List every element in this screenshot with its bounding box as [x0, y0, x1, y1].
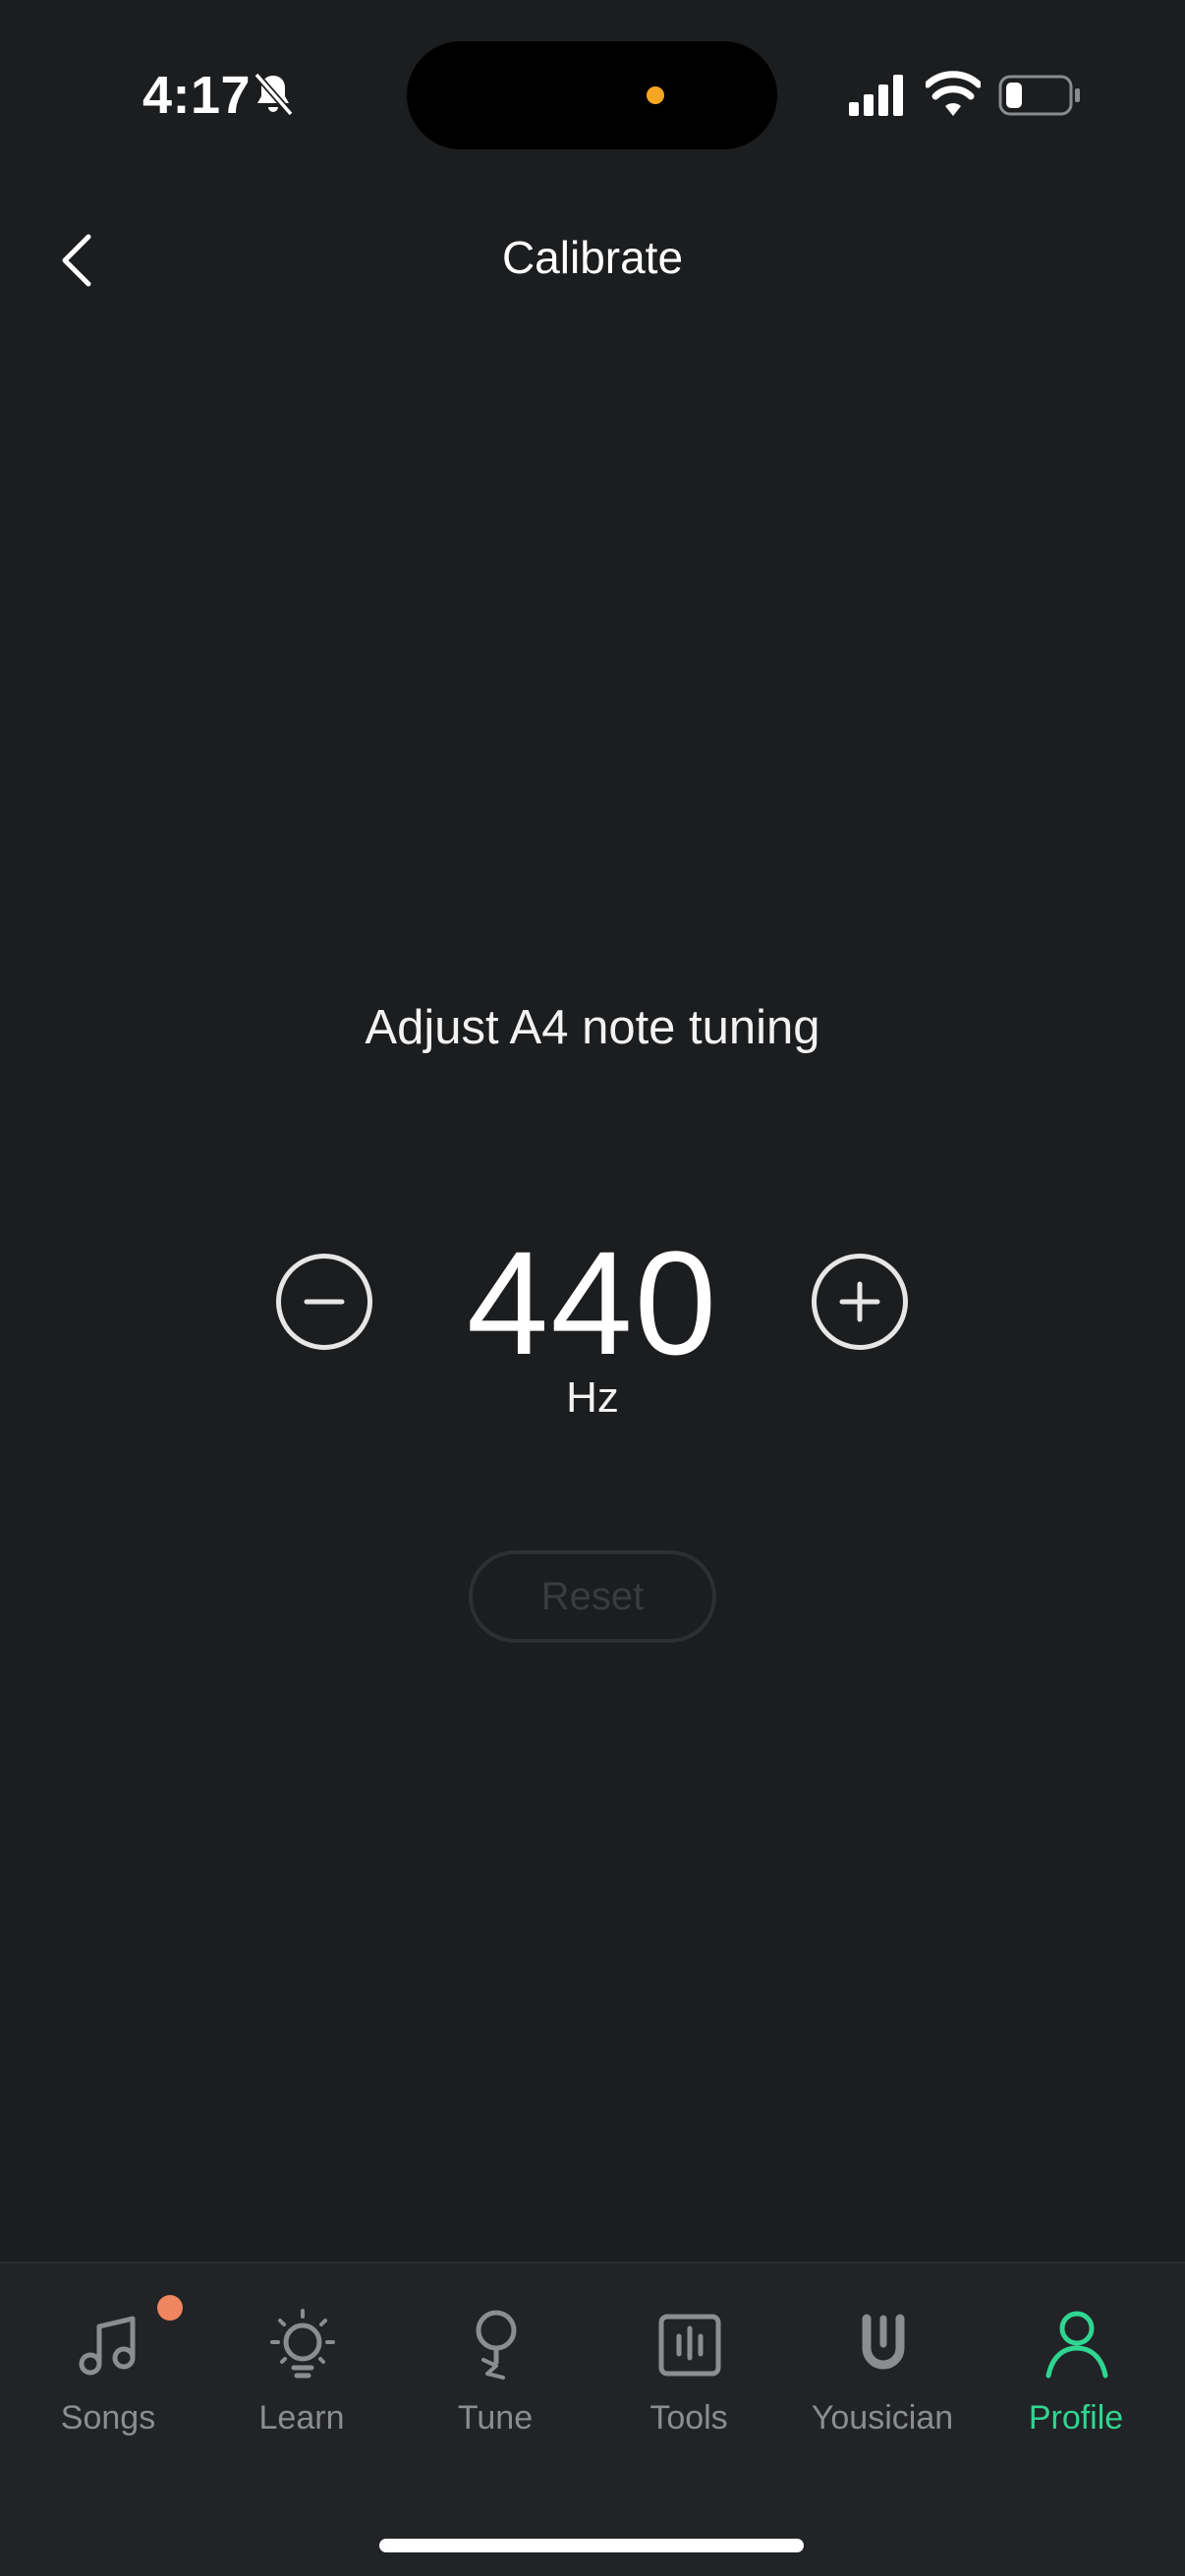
- increase-frequency-button[interactable]: [812, 1254, 908, 1350]
- tab-yousician[interactable]: Yousician: [786, 2264, 979, 2450]
- tab-songs[interactable]: Songs: [12, 2264, 204, 2450]
- calibration-prompt: Adjust A4 note tuning: [365, 1001, 820, 1054]
- tuner-icon: [476, 2310, 517, 2380]
- home-indicator[interactable]: [379, 2539, 804, 2552]
- tab-profile[interactable]: Profile: [980, 2264, 1172, 2450]
- battery-icon: [998, 75, 1080, 116]
- signal-icon: [849, 75, 903, 116]
- yousician-logo-icon: [862, 2314, 905, 2370]
- tab-label-yousician: Yousician: [811, 2399, 954, 2436]
- frequency-control: 440: [0, 1218, 1185, 1385]
- tab-label-tools: Tools: [649, 2399, 728, 2436]
- privacy-indicator-dot: [647, 86, 664, 104]
- person-icon: [1045, 2311, 1108, 2379]
- tab-learn[interactable]: Learn: [205, 2264, 398, 2450]
- lightbulb-icon: [270, 2309, 335, 2379]
- wifi-icon: [926, 71, 981, 116]
- frequency-unit: Hz: [566, 1373, 619, 1422]
- tab-tune[interactable]: Tune: [399, 2264, 592, 2450]
- tab-label-learn: Learn: [258, 2399, 345, 2436]
- tab-bar: Songs Learn Tune Tools Yousician Profile: [0, 2262, 1185, 2576]
- page-title: Calibrate: [501, 232, 684, 283]
- tab-label-tune: Tune: [457, 2399, 534, 2436]
- status-bar: 4:17: [0, 0, 1185, 187]
- notification-badge: [157, 2295, 183, 2321]
- reset-button[interactable]: Reset: [469, 1550, 716, 1643]
- plus-circle-icon: [839, 1281, 880, 1322]
- bell-slash-icon: [254, 72, 294, 117]
- tab-label-profile: Profile: [1028, 2399, 1124, 2436]
- music-note-icon: [79, 2316, 136, 2376]
- dynamic-island: [407, 41, 777, 149]
- tab-label-songs: Songs: [60, 2399, 156, 2436]
- frequency-value: 440: [466, 1220, 719, 1385]
- tab-tools[interactable]: Tools: [592, 2264, 785, 2450]
- tools-icon: [658, 2314, 721, 2377]
- header: Calibrate: [0, 201, 1185, 319]
- status-time: 4:17: [142, 66, 252, 125]
